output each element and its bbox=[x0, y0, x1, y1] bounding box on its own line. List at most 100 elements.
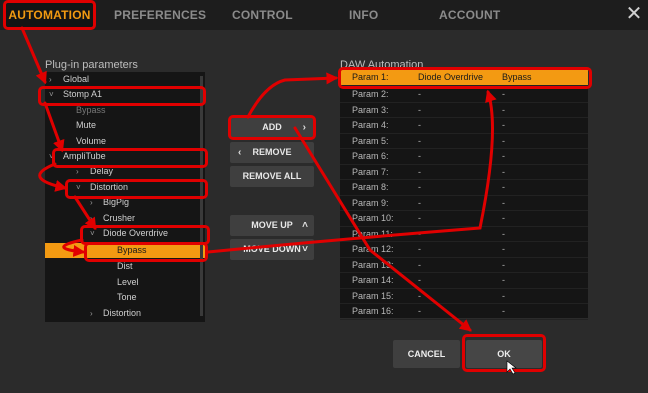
chevron-down-icon: ˅ bbox=[90, 229, 95, 238]
tab-control[interactable]: CONTROL bbox=[232, 0, 293, 30]
chevron-down-icon: ˅ bbox=[302, 244, 308, 255]
param-value: - bbox=[502, 120, 505, 130]
tree-item-bigpig[interactable]: › BigPig bbox=[45, 195, 199, 210]
tree-item-crusher[interactable]: › Crusher bbox=[45, 211, 199, 226]
tree-item-label: Mute bbox=[76, 120, 97, 131]
tree-item-label: Bypass bbox=[76, 104, 106, 115]
tree-item-level[interactable]: Level bbox=[45, 275, 199, 290]
daw-param-row[interactable]: Param 7: - - bbox=[340, 165, 588, 180]
tab-info[interactable]: INFO bbox=[349, 0, 378, 30]
tree-item-diode-overdrive[interactable]: ˅ Diode Overdrive bbox=[45, 226, 199, 241]
daw-automation-list: Param 1: Diode Overdrive Bypass Param 2: - -… bbox=[340, 68, 588, 320]
daw-param-row[interactable]: Param 3: - - bbox=[340, 103, 588, 118]
daw-param-row[interactable]: Param 4: - - bbox=[340, 118, 588, 134]
add-button[interactable]: ADD › bbox=[230, 117, 314, 138]
tab-automation[interactable]: AUTOMATION bbox=[3, 0, 96, 30]
move-down-button-label: MOVE DOWN bbox=[243, 244, 301, 254]
param-value: - bbox=[502, 197, 505, 208]
tree-item-dist[interactable]: Dist bbox=[45, 259, 199, 274]
cancel-button[interactable]: CANCEL bbox=[393, 340, 460, 368]
param-name: - bbox=[418, 244, 421, 254]
plugin-parameter-tree: › Global ˅ Stomp A1 Bypass Mute Volume ˅ Am… bbox=[45, 72, 205, 322]
param-name: - bbox=[418, 104, 421, 115]
param-name: - bbox=[418, 135, 421, 146]
chevron-down-icon: ˅ bbox=[49, 90, 54, 100]
tree-item-label: BigPig bbox=[103, 197, 130, 208]
remove-button-label: REMOVE bbox=[252, 147, 292, 157]
add-button-label: ADD bbox=[262, 122, 282, 132]
param-label: Param 16: bbox=[352, 306, 394, 316]
chevron-left-icon: ‹ bbox=[238, 147, 242, 158]
param-value: - bbox=[502, 244, 505, 254]
param-value: - bbox=[502, 228, 505, 239]
tree-item-tone[interactable]: Tone bbox=[45, 290, 199, 305]
param-value: - bbox=[502, 182, 505, 192]
remove-all-button[interactable]: REMOVE ALL bbox=[230, 166, 314, 187]
tree-item-stomp-a1[interactable]: ˅ Stomp A1 bbox=[45, 87, 199, 102]
param-label: Param 10: bbox=[352, 213, 394, 223]
param-value: Bypass bbox=[502, 72, 532, 82]
param-name: - bbox=[418, 166, 421, 177]
param-label: Param 11: bbox=[352, 228, 393, 239]
tree-item-label: Global bbox=[63, 74, 90, 84]
param-label: Param 6: bbox=[352, 151, 389, 161]
param-name: - bbox=[418, 306, 421, 316]
chevron-right-icon: › bbox=[49, 75, 52, 84]
tree-item-global[interactable]: › Global bbox=[45, 72, 199, 87]
close-icon[interactable]: ✕ bbox=[624, 4, 644, 24]
chevron-down-icon: ˅ bbox=[49, 152, 54, 161]
daw-param-row[interactable]: Param 10: - - bbox=[340, 211, 588, 227]
tab-account[interactable]: ACCOUNT bbox=[439, 0, 500, 30]
param-name: - bbox=[418, 89, 421, 99]
daw-param-row[interactable]: Param 2: - - bbox=[340, 87, 588, 103]
tree-item-volume[interactable]: Volume bbox=[45, 134, 199, 149]
tree-scrollbar[interactable] bbox=[200, 76, 203, 316]
param-value: - bbox=[502, 275, 505, 285]
param-value: - bbox=[502, 89, 505, 99]
tree-item-mute[interactable]: Mute bbox=[45, 118, 199, 133]
param-name: - bbox=[418, 197, 421, 208]
daw-param-row[interactable]: Param 13: - - bbox=[340, 258, 588, 273]
param-label: Param 5: bbox=[352, 135, 389, 146]
tree-item-delay[interactable]: › Delay bbox=[45, 164, 199, 179]
param-label: Param 14: bbox=[352, 275, 394, 285]
tree-item-amplitube[interactable]: ˅ AmpliTube bbox=[45, 149, 199, 164]
remove-button[interactable]: ‹ REMOVE bbox=[230, 142, 314, 163]
move-up-button[interactable]: MOVE UP ˄ bbox=[230, 215, 314, 236]
tree-item-label: Crusher bbox=[103, 212, 136, 223]
daw-param-row[interactable]: Param 16: - - bbox=[340, 304, 588, 320]
chevron-right-icon: › bbox=[90, 308, 93, 318]
tab-preferences[interactable]: PREFERENCES bbox=[114, 0, 206, 30]
tree-item-label: Tone bbox=[117, 292, 137, 303]
daw-param-row[interactable]: Param 5: - - bbox=[340, 134, 588, 149]
daw-param-row[interactable]: Param 14: - - bbox=[340, 273, 588, 289]
daw-param-row[interactable]: Param 11: - - bbox=[340, 227, 588, 242]
tree-item-distortion-2[interactable]: › Distortion bbox=[45, 306, 199, 321]
daw-param-row[interactable]: Param 1: Diode Overdrive Bypass bbox=[340, 70, 588, 86]
daw-param-row[interactable]: Param 8: - - bbox=[340, 180, 588, 196]
tree-item-label: Level bbox=[117, 276, 139, 287]
tree-item-label: Dist bbox=[117, 261, 133, 272]
tree-item-label: Diode Overdrive bbox=[103, 228, 169, 238]
param-value: - bbox=[502, 151, 505, 161]
daw-param-row[interactable]: Param 9: - - bbox=[340, 196, 588, 211]
tree-item-label: Bypass bbox=[117, 245, 147, 255]
tree-item-bypass[interactable]: Bypass bbox=[45, 103, 199, 118]
param-name: - bbox=[418, 275, 421, 285]
param-label: Param 9: bbox=[352, 197, 389, 208]
move-down-button[interactable]: MOVE DOWN ˅ bbox=[230, 239, 314, 260]
param-value: - bbox=[502, 104, 505, 115]
daw-param-row[interactable]: Param 15: - - bbox=[340, 289, 588, 304]
ok-button[interactable]: OK bbox=[466, 340, 542, 368]
daw-param-row[interactable]: Param 12: - - bbox=[340, 242, 588, 258]
param-name: - bbox=[418, 259, 421, 270]
daw-param-row[interactable]: Param 6: - - bbox=[340, 149, 588, 165]
remove-all-button-label: REMOVE ALL bbox=[242, 171, 302, 181]
tree-item-diode-bypass[interactable]: Bypass bbox=[45, 243, 205, 259]
tree-item-distortion[interactable]: ˅ Distortion bbox=[45, 180, 199, 195]
param-value: - bbox=[502, 166, 505, 177]
param-label: Param 1: bbox=[352, 72, 389, 82]
param-name: - bbox=[418, 182, 421, 192]
chevron-up-icon: ˄ bbox=[302, 220, 308, 231]
param-label: Param 13: bbox=[352, 259, 394, 270]
